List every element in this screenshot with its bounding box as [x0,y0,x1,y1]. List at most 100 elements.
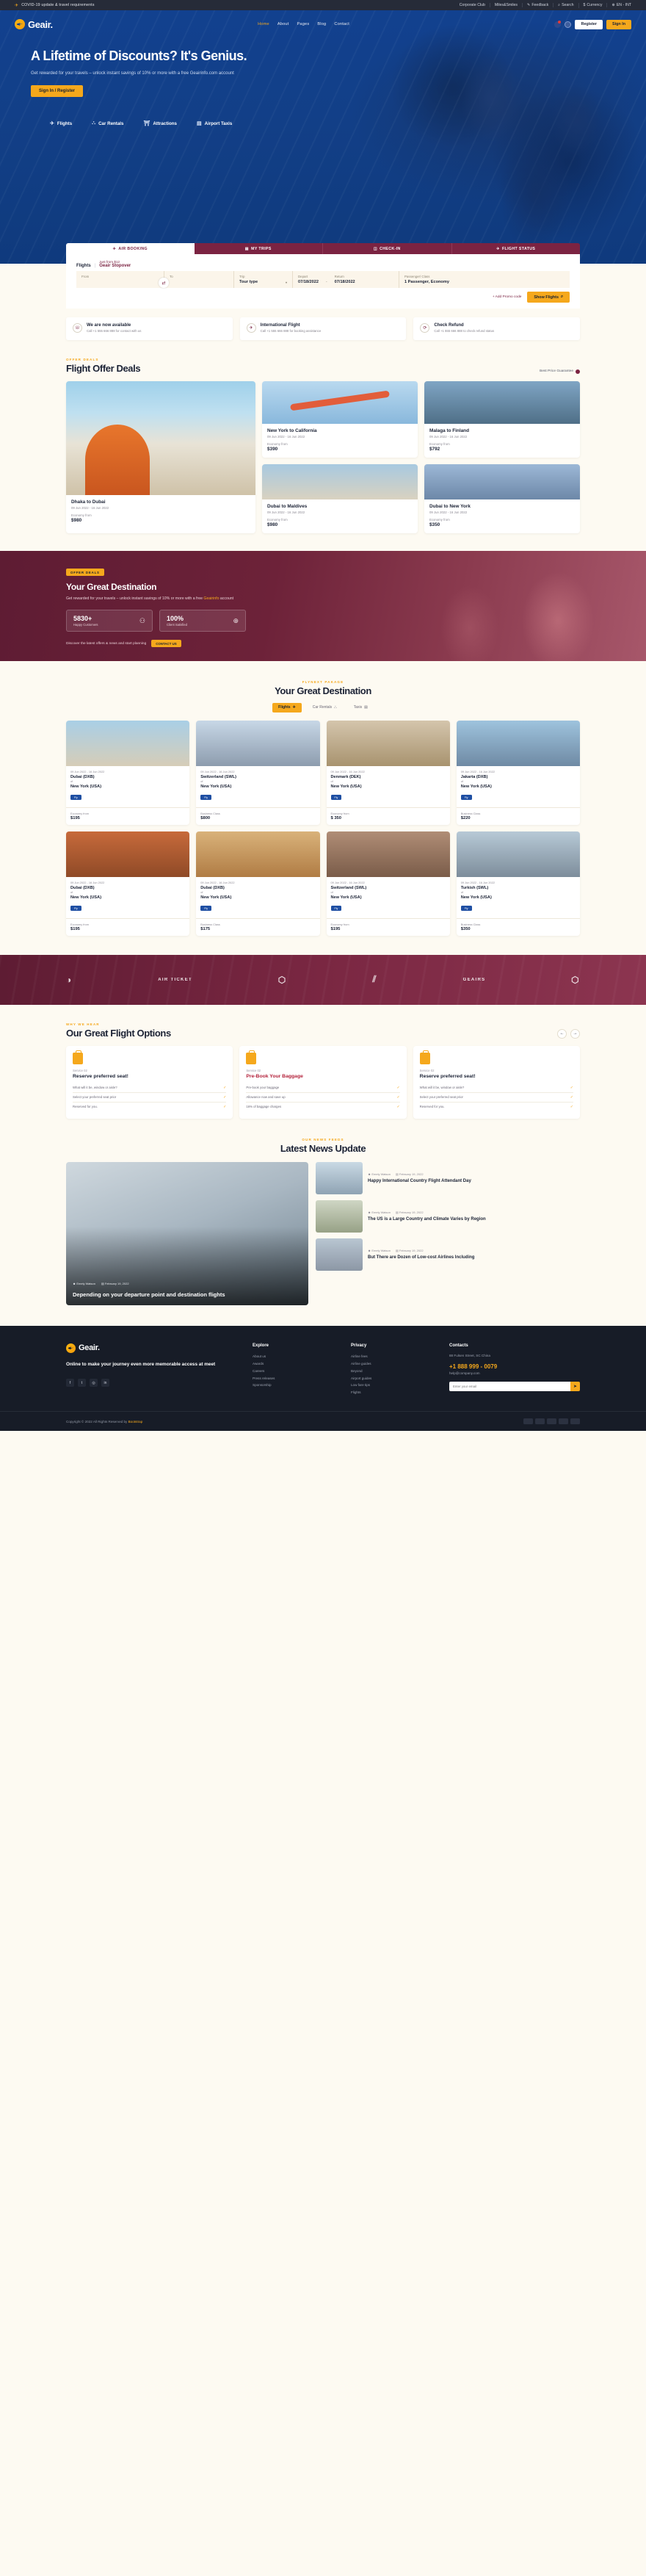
footer-link-low-fare-tips[interactable]: Low fare tips [351,1382,439,1389]
footer-link-about-us[interactable]: About us [253,1353,341,1360]
tab-my-trips[interactable]: ▤ MY TRIPS [194,243,322,254]
field-to[interactable]: To [164,271,234,288]
deal-card-dubai-maldives[interactable]: Dubai to Maldives 09 Jun 2022 - 16 Jun 2… [262,463,418,533]
package-card[interactable]: 09 Jun 2022 - 16 Jun 2022 Switzerland (S… [196,720,320,825]
banner-desc: Get rewarded for your travels – unlock i… [66,596,234,601]
globe-icon[interactable] [565,21,572,28]
hero-cat-flights[interactable]: ✈ Flights [50,120,72,127]
send-icon[interactable]: ➤ [570,1382,580,1392]
facebook-icon[interactable]: f [66,1379,74,1388]
package-photo [196,720,320,766]
footer-link-press-releases[interactable]: Press releases [253,1375,341,1382]
top-link-miles-smiles[interactable]: Miles&Smiles [490,3,523,7]
hero-cat-airport-taxis[interactable]: ▤ Airport Taxis [197,120,232,127]
top-link-language[interactable]: ⊕ EN - INT [607,3,631,7]
package-card[interactable]: 09 Jun 2022 - 16 Jun 2022 Switzerland (S… [326,831,450,936]
options-title: Our Great Flight Options [66,1027,171,1039]
footer-logo[interactable]: Geair. [66,1343,242,1353]
news-author: ☻ Emely Watson [73,1281,95,1285]
deal-card-dubai-ny[interactable]: Dubai to New York 09 Jun 2022 - 16 Jun 2… [424,463,580,533]
tab-flight-status[interactable]: ✈ FLIGHT STATUS [451,243,580,254]
footer-link-airline-guides[interactable]: Airline guides [351,1360,439,1368]
instagram-icon[interactable]: ◎ [90,1379,98,1388]
package-photo [196,831,320,877]
news-list-item[interactable]: ☻ Emely Watson ▤ February 19, 2022 The U… [316,1199,580,1233]
top-link-currency[interactable]: $ Currency [579,3,608,7]
newsletter-input[interactable] [449,1382,570,1392]
banner-contact-button[interactable]: CONTACT US [151,640,181,648]
field-passenger-class[interactable]: Passenger/ Class 1 Passenger, Economy [399,271,496,288]
add-promo-code-link[interactable]: + Add Promo code [493,295,522,299]
signin-button[interactable]: Sign In [606,19,631,29]
nav-item-contact[interactable]: Contact [334,22,349,26]
field-trip-type[interactable]: Trip Tour type ▾ [234,271,293,288]
bag-icon [246,1050,257,1064]
top-link-corporate-club[interactable]: Corporate Club [455,3,490,7]
feature-card-refund: ⟳ Check Refund Call +1 555 666 888 to ch… [413,317,581,340]
footer-email[interactable]: help@company.com [449,1371,580,1375]
stopover-label[interactable]: Geair Stopover [99,264,131,268]
package-card[interactable]: 09 Jun 2022 - 16 Jun 2022 Dubai (DXB) of… [66,831,190,936]
footer-link-sponsorship[interactable]: Sponsorship [253,1382,341,1389]
nav-item-pages[interactable]: Pages [297,22,310,26]
footer-phone[interactable]: +1 888 999 - 0079 [449,1363,580,1370]
package-photo [66,720,190,766]
mastercard-icon [535,1418,545,1425]
footer-link-flights[interactable]: Flights [351,1389,439,1396]
deal-card-ny-california[interactable]: New York to California 09 Jun 2022 - 16 … [262,380,418,458]
arrow-right-icon[interactable]: → [570,1028,580,1039]
nav-item-home[interactable]: Home [258,22,269,26]
deal-card-malaga-finland[interactable]: Malaga to Finland 09 Jun 2022 - 16 Jun 2… [424,380,580,458]
swap-icon[interactable]: ⇄ [159,278,169,288]
package-tab-car-rentals[interactable]: Car Rentals ⛬ [307,703,343,712]
package-tab-taxis[interactable]: Taxis ▤ [348,703,374,712]
deal-card-dhaka-dubai[interactable]: Dhaka to Dubai 09 Jun 2022 - 16 Jun 2022… [66,380,255,533]
top-link-feedback[interactable]: ✎ Feedback [523,3,554,7]
hero-subtitle: Get rewarded for your travels – unlock i… [31,71,234,76]
news-list-item[interactable]: ☻ Emely Watson ▤ February 19, 2022 But T… [316,1238,580,1271]
feature-strip: ☏ We are now available Call +1 555 666 8… [0,317,646,340]
footer-link-airport-guides[interactable]: Airport guides [351,1375,439,1382]
amex-icon [547,1418,556,1425]
package-tab-flights[interactable]: Flights ✈ [272,702,302,712]
booking-flights-label[interactable]: Flights [76,264,91,268]
covid-notice[interactable]: ✈ COVID-19 update & travel requirements [15,3,95,8]
check-icon: ✓ [223,1104,227,1109]
newsletter-form: ➤ [449,1382,580,1392]
nav-item-about[interactable]: About [277,22,289,26]
field-from[interactable]: From ⇄ [76,271,169,288]
twitter-icon[interactable]: t [78,1379,86,1388]
calendar-icon: ▤ [395,1172,399,1176]
banner-link[interactable]: Geairinfo [203,596,219,601]
linkedin-icon[interactable]: in [101,1379,109,1388]
register-button[interactable]: Register [575,19,603,29]
footer-brand-block: Geair. Online to make your journey even … [66,1343,242,1396]
news-featured-card[interactable]: ☻ Emely Watson ▤ February 19, 2022 Depen… [66,1161,308,1305]
footer-link-airline-fees[interactable]: Airline fees [351,1353,439,1360]
check-icon: ✓ [570,1094,573,1100]
options-eyebrow: WHY WE HEAR [66,1022,100,1026]
option-card-baggage: Service 02 Pre-Book Your Baggage Pre-boo… [239,1045,407,1119]
footer-link-awards[interactable]: Awards [253,1360,341,1368]
show-flights-button[interactable]: Show Flights ⌕ [527,292,570,303]
news-eyebrow: OUR NEWS FEEDS [302,1137,344,1141]
hero-cat-attractions[interactable]: ⛩ Attractions [143,120,177,127]
brand-logo[interactable]: Geair. [15,19,53,30]
top-link-search[interactable]: ⌕ Search [554,2,579,8]
news-list-item[interactable]: ☻ Emely Watson ▤ February 19, 2022 Happy… [316,1161,580,1194]
package-card[interactable]: 09 Jun 2022 - 16 Jun 2022 Denmark (DEK) … [326,720,450,825]
footer-link-beyond[interactable]: Beyond [351,1368,439,1375]
tab-air-booking[interactable]: ✈ AIR BOOKING [66,243,195,254]
notification-pin-icon[interactable] [554,20,562,28]
arrow-left-icon[interactable]: ← [557,1028,567,1039]
tab-check-in[interactable]: ◫ CHECK-IN [322,243,451,254]
field-dates[interactable]: Depart 07/18/2022 - Return 07/18/2022 [293,271,399,288]
nav-item-blog[interactable]: Blog [317,22,326,26]
hero-cat-car-rentals[interactable]: ⛬ Car Rentals [92,120,123,126]
package-card[interactable]: 09 Jun 2022 - 16 Jun 2022 Dubai (DXB) of… [66,720,190,825]
footer-link-careers[interactable]: Careers [253,1368,341,1375]
package-card[interactable]: 09 Jun 2022 - 16 Jun 2022 Turkish (SWL) … [456,831,580,936]
package-card[interactable]: 09 Jun 2022 - 16 Jun 2022 Dubai (DXB) of… [196,831,320,936]
hero-cta-button[interactable]: Sign In / Register [31,85,84,98]
package-card[interactable]: 09 Jun 2022 - 16 Jun 2022 Jakarta (DXB) … [456,720,580,825]
